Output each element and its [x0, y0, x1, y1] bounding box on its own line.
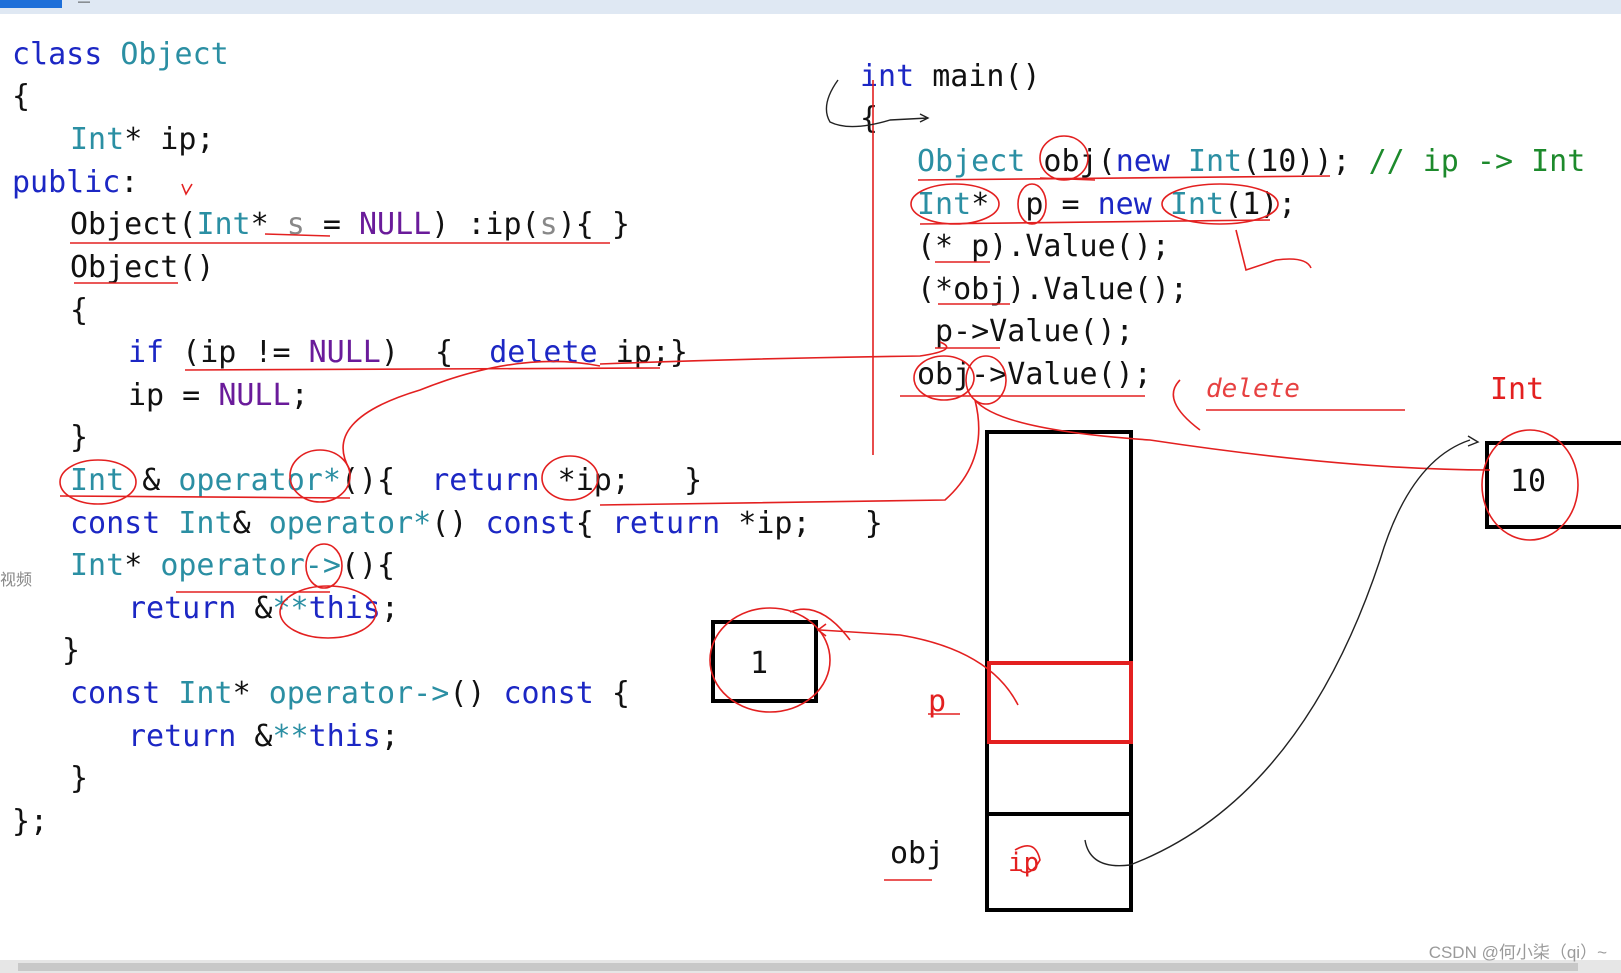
- code-line: {: [12, 79, 31, 114]
- code-line: (* p).Value();: [917, 229, 1170, 264]
- code-line: {: [860, 101, 879, 136]
- p-slot: [987, 661, 1133, 744]
- code-line: Int* ip;: [70, 122, 215, 157]
- int-type-label: Int: [1490, 372, 1545, 407]
- code-line: }: [62, 633, 81, 668]
- code-line: }: [70, 420, 89, 455]
- code-line: return &**this;: [128, 591, 399, 626]
- code-line: Int* operator->(){: [70, 548, 396, 583]
- code-line: Object(Int* s = NULL) :ip(s){ }: [70, 207, 630, 242]
- code-line: Int* p = new Int(1);: [917, 187, 1297, 222]
- heap-one-value: 1: [750, 646, 769, 681]
- top-toolbar: —: [0, 0, 1621, 14]
- code-line: Int & operator*(){ return *ip; }: [70, 463, 703, 498]
- obj-label: obj: [890, 836, 945, 871]
- watermark-credit: CSDN @何小柒（qi）~: [1428, 943, 1607, 962]
- code-line: (*obj).Value();: [917, 272, 1188, 307]
- code-line: const Int* operator->() const {: [70, 676, 630, 711]
- code-line: class Object: [12, 37, 229, 72]
- code-line: ip = NULL;: [128, 378, 309, 413]
- delete-scribble: delete: [1206, 374, 1300, 404]
- p-label: p: [928, 684, 947, 719]
- code-line: p->Value();: [935, 314, 1134, 349]
- code-line: return &**this;: [128, 719, 399, 754]
- code-line: }: [70, 761, 89, 796]
- code-line: };: [12, 804, 49, 839]
- code-line: obj->Value();: [917, 357, 1152, 392]
- horizontal-scrollbar[interactable]: [0, 960, 1621, 973]
- code-line: Object(): [70, 250, 215, 285]
- scrollbar-thumb[interactable]: [18, 963, 1578, 971]
- ip-label: ip: [1008, 848, 1040, 878]
- code-line: public:: [12, 165, 139, 200]
- code-line: const Int& operator*() const{ return *ip…: [70, 506, 883, 541]
- heap-int-value: 10: [1510, 464, 1547, 499]
- code-line: {: [70, 293, 89, 328]
- tab-label: —: [78, 0, 90, 8]
- code-line: if (ip != NULL) { delete ip;}: [128, 335, 688, 370]
- code-line: int main(): [860, 59, 1041, 94]
- active-tab[interactable]: [0, 0, 62, 8]
- code-line: Object obj(new Int(10)); // ip -> Int: [917, 144, 1586, 179]
- heap-int-box: [1485, 441, 1621, 529]
- side-label: 视频: [0, 572, 33, 589]
